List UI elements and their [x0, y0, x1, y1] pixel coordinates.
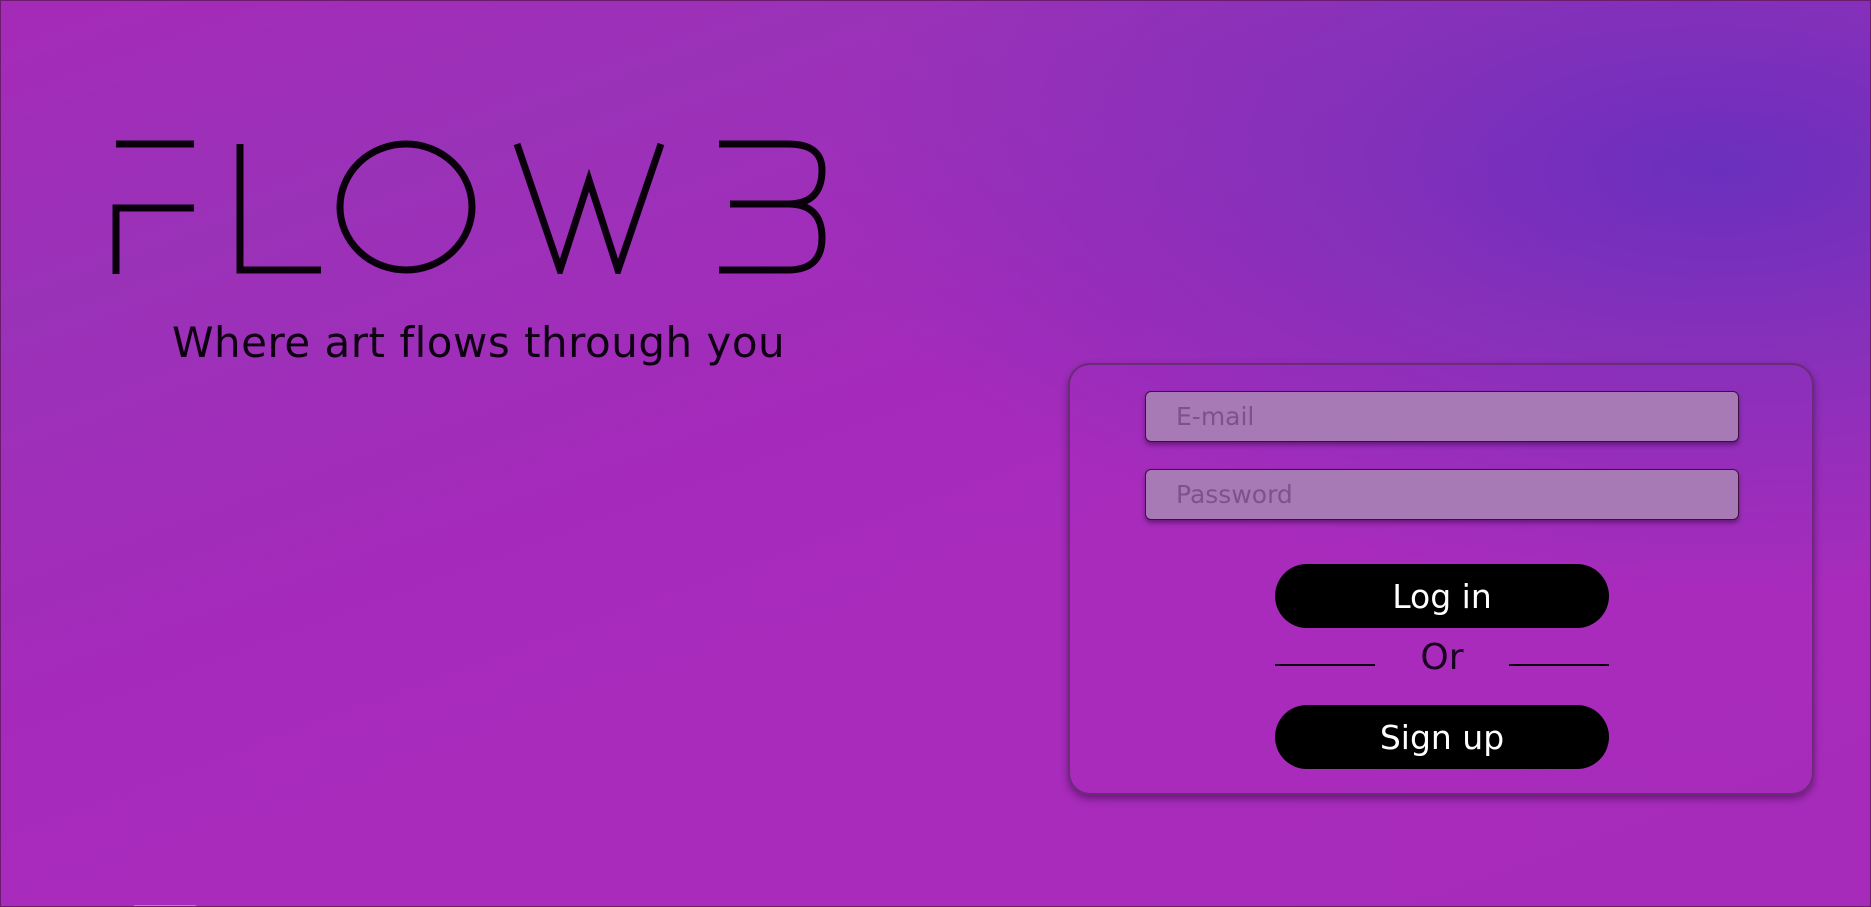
divider-line-right: [1509, 664, 1609, 666]
email-input[interactable]: [1145, 391, 1739, 442]
login-card: Log in Or Sign up: [1068, 363, 1814, 795]
or-label: Or: [1420, 637, 1464, 678]
flow3-logo-graphic: [112, 140, 826, 274]
password-input[interactable]: [1145, 469, 1739, 520]
login-button[interactable]: Log in: [1275, 564, 1609, 628]
flow3-logo: [112, 140, 826, 274]
tagline: Where art flows through you: [172, 318, 786, 367]
or-divider: Or: [1275, 637, 1609, 685]
signup-button[interactable]: Sign up: [1275, 705, 1609, 769]
